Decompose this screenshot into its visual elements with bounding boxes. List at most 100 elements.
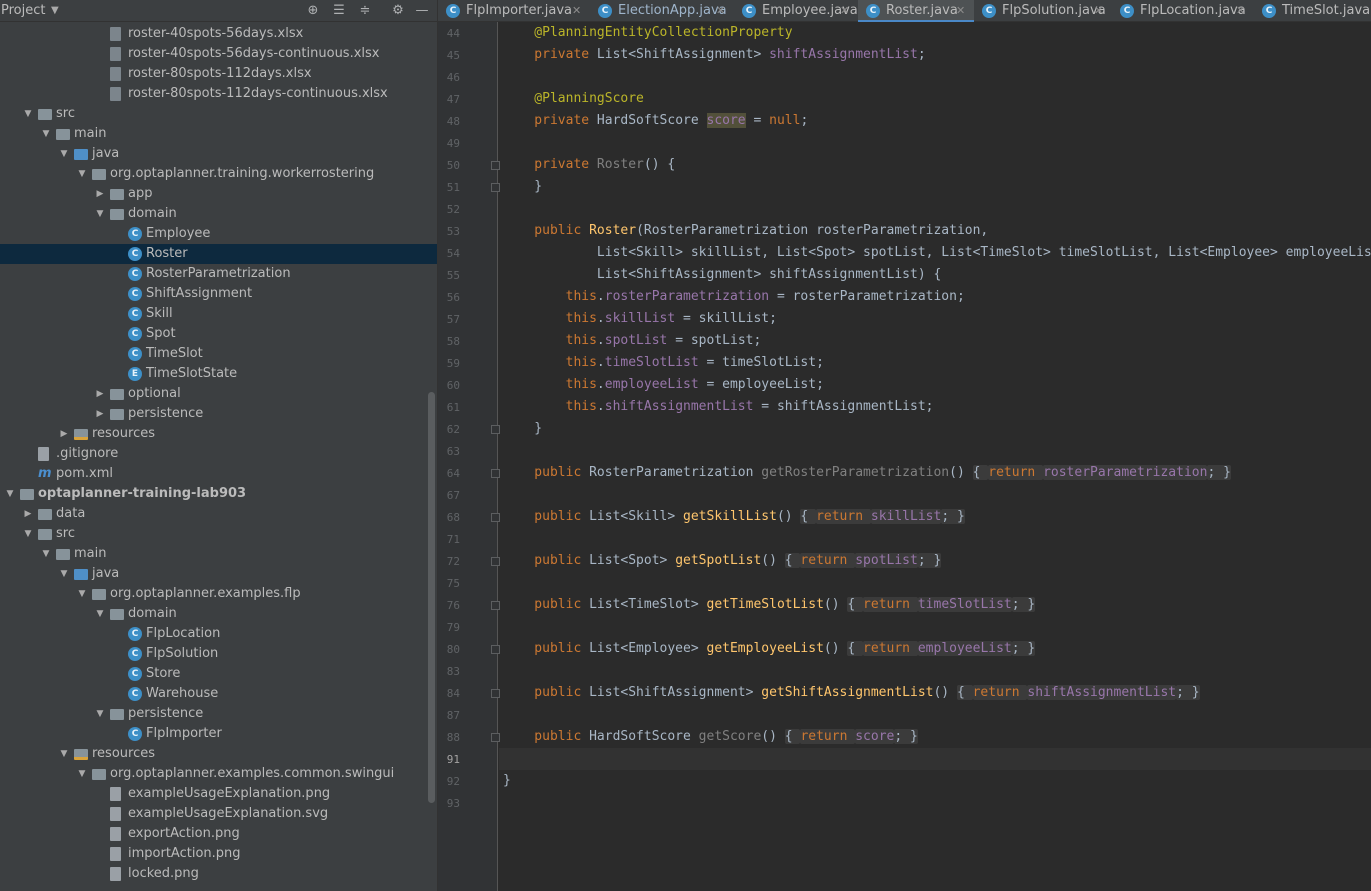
chevron-down-icon[interactable]: ▼ bbox=[94, 704, 106, 724]
code-line[interactable]: } bbox=[503, 176, 542, 198]
code-line[interactable]: private Roster() { bbox=[503, 154, 675, 176]
tree-item[interactable]: ▼ main bbox=[0, 544, 437, 564]
code-line[interactable]: List<Skill> skillList, List<Spot> spotLi… bbox=[503, 242, 1371, 264]
tree-item[interactable]: C RosterParametrization bbox=[0, 264, 437, 284]
code-line[interactable]: this.rosterParametrization = rosterParam… bbox=[503, 286, 965, 308]
editor-tab[interactable]: C FlpLocation.java ✕ bbox=[1112, 0, 1254, 22]
tree-item[interactable]: C FlpSolution bbox=[0, 644, 437, 664]
chevron-right-icon[interactable]: ▶ bbox=[94, 184, 106, 204]
editor-tab[interactable]: C FlpImporter.java ✕ bbox=[438, 0, 590, 22]
project-panel-title[interactable]: Project bbox=[0, 0, 45, 22]
code-line[interactable]: public List<Employee> getEmployeeList() … bbox=[503, 638, 1036, 660]
tree-item[interactable]: ▼ src bbox=[0, 524, 437, 544]
chevron-down-icon[interactable]: ▼ bbox=[76, 584, 88, 604]
tree-item[interactable]: C FlpImporter bbox=[0, 724, 437, 744]
close-icon[interactable]: ✕ bbox=[840, 0, 849, 22]
chevron-down-icon[interactable]: ▼ bbox=[22, 104, 34, 124]
code-line[interactable]: private List<ShiftAssignment> shiftAssig… bbox=[503, 44, 925, 66]
chevron-right-icon[interactable]: ▶ bbox=[58, 424, 70, 444]
code-line[interactable]: @PlanningEntityCollectionProperty bbox=[503, 22, 792, 44]
tree-item[interactable]: m pom.xml bbox=[0, 464, 437, 484]
code-line[interactable]: this.employeeList = employeeList; bbox=[503, 374, 824, 396]
tree-item[interactable]: ▼ org.optaplanner.training.workerrosterin… bbox=[0, 164, 437, 184]
tree-item[interactable]: ▶ app bbox=[0, 184, 437, 204]
tree-item[interactable]: ▼ org.optaplanner.examples.common.swingui bbox=[0, 764, 437, 784]
code-line[interactable]: } bbox=[503, 418, 542, 440]
code-line[interactable]: List<ShiftAssignment> shiftAssignmentLis… bbox=[503, 264, 941, 286]
editor-tab[interactable]: C TimeSlot.java bbox=[1254, 0, 1371, 22]
tree-item[interactable]: ▶ resources bbox=[0, 424, 437, 444]
locate-icon[interactable]: ⊕ bbox=[303, 0, 323, 22]
chevron-right-icon[interactable]: ▶ bbox=[22, 504, 34, 524]
chevron-down-icon[interactable]: ▼ bbox=[58, 744, 70, 764]
tree-item[interactable]: exampleUsageExplanation.svg bbox=[0, 804, 437, 824]
tree-item[interactable]: ▼ src bbox=[0, 104, 437, 124]
close-icon[interactable]: ✕ bbox=[716, 0, 725, 22]
chevron-down-icon[interactable]: ▼ bbox=[4, 484, 16, 504]
editor-tab[interactable]: C Employee.java ✕ bbox=[734, 0, 858, 22]
close-icon[interactable]: ✕ bbox=[956, 0, 965, 22]
tree-item[interactable]: ▶ persistence bbox=[0, 404, 437, 424]
tree-item[interactable]: ▼ domain bbox=[0, 604, 437, 624]
tree-item[interactable]: C Store bbox=[0, 664, 437, 684]
chevron-down-icon[interactable]: ▼ bbox=[51, 0, 59, 22]
code-line[interactable]: @PlanningScore bbox=[503, 88, 644, 110]
chevron-right-icon[interactable]: ▶ bbox=[94, 404, 106, 424]
code-line[interactable]: public HardSoftScore getScore() { return… bbox=[503, 726, 918, 748]
tree-item[interactable]: C Skill bbox=[0, 304, 437, 324]
code-line[interactable]: this.spotList = spotList; bbox=[503, 330, 762, 352]
code-line[interactable] bbox=[499, 748, 1371, 770]
editor-tab[interactable]: C Roster.java ✕ bbox=[858, 0, 974, 22]
code-area[interactable]: @PlanningEntityCollectionProperty privat… bbox=[499, 22, 1371, 891]
code-line[interactable]: public List<ShiftAssignment> getShiftAss… bbox=[503, 682, 1200, 704]
tree-item[interactable]: roster-80spots-112days.xlsx bbox=[0, 64, 437, 84]
tree-scrollbar-thumb[interactable] bbox=[428, 392, 435, 803]
tree-item[interactable]: ▶ optional bbox=[0, 384, 437, 404]
tree-item[interactable]: C Roster bbox=[0, 244, 437, 264]
code-line[interactable]: public List<Spot> getSpotList() { return… bbox=[503, 550, 942, 572]
tree-item[interactable]: C Warehouse bbox=[0, 684, 437, 704]
tree-item[interactable]: exportAction.png bbox=[0, 824, 437, 844]
tree-item[interactable]: roster-40spots-56days-continuous.xlsx bbox=[0, 44, 437, 64]
code-line[interactable]: this.skillList = skillList; bbox=[503, 308, 777, 330]
chevron-down-icon[interactable]: ▼ bbox=[76, 764, 88, 784]
chevron-down-icon[interactable]: ▼ bbox=[58, 564, 70, 584]
tree-item[interactable]: importAction.png bbox=[0, 844, 437, 864]
tree-item[interactable]: .gitignore bbox=[0, 444, 437, 464]
chevron-down-icon[interactable]: ▼ bbox=[40, 124, 52, 144]
code-line[interactable]: public List<Skill> getSkillList() { retu… bbox=[503, 506, 965, 528]
tree-item[interactable]: C ShiftAssignment bbox=[0, 284, 437, 304]
chevron-down-icon[interactable]: ▼ bbox=[58, 144, 70, 164]
close-icon[interactable]: ✕ bbox=[572, 0, 581, 22]
tree-item[interactable]: ▼ domain bbox=[0, 204, 437, 224]
collapse-all-icon[interactable]: ≑ bbox=[355, 0, 375, 22]
code-line[interactable]: public RosterParametrization getRosterPa… bbox=[503, 462, 1231, 484]
tree-item[interactable]: C TimeSlot bbox=[0, 344, 437, 364]
tree-item[interactable]: C Spot bbox=[0, 324, 437, 344]
tree-item[interactable]: C FlpLocation bbox=[0, 624, 437, 644]
tree-item[interactable]: exampleUsageExplanation.png bbox=[0, 784, 437, 804]
tree-item[interactable]: ▼ java bbox=[0, 144, 437, 164]
editor-tab[interactable]: C ElectionApp.java ✕ bbox=[590, 0, 734, 22]
tree-item[interactable]: ▶ data bbox=[0, 504, 437, 524]
tree-item[interactable]: ▼ main bbox=[0, 124, 437, 144]
close-icon[interactable]: ✕ bbox=[1094, 0, 1103, 22]
chevron-right-icon[interactable]: ▶ bbox=[94, 384, 106, 404]
chevron-down-icon[interactable]: ▼ bbox=[22, 524, 34, 544]
tree-item[interactable]: E TimeSlotState bbox=[0, 364, 437, 384]
close-icon[interactable]: ✕ bbox=[1236, 0, 1245, 22]
chevron-down-icon[interactable]: ▼ bbox=[40, 544, 52, 564]
chevron-down-icon[interactable]: ▼ bbox=[76, 164, 88, 184]
tree-item[interactable]: C Employee bbox=[0, 224, 437, 244]
code-line[interactable]: } bbox=[503, 770, 511, 792]
code-line[interactable]: public List<TimeSlot> getTimeSlotList() … bbox=[503, 594, 1036, 616]
tree-item[interactable]: roster-40spots-56days.xlsx bbox=[0, 24, 437, 44]
chevron-down-icon[interactable]: ▼ bbox=[94, 604, 106, 624]
tree-item[interactable]: ▼ optaplanner-training-lab903 bbox=[0, 484, 437, 504]
hide-icon[interactable]: — bbox=[412, 0, 432, 22]
tree-item[interactable]: locked.png bbox=[0, 864, 437, 884]
expand-all-icon[interactable]: ☰ bbox=[329, 0, 349, 22]
chevron-down-icon[interactable]: ▼ bbox=[94, 204, 106, 224]
code-line[interactable]: this.shiftAssignmentList = shiftAssignme… bbox=[503, 396, 934, 418]
editor-tab[interactable]: C FlpSolution.java ✕ bbox=[974, 0, 1112, 22]
